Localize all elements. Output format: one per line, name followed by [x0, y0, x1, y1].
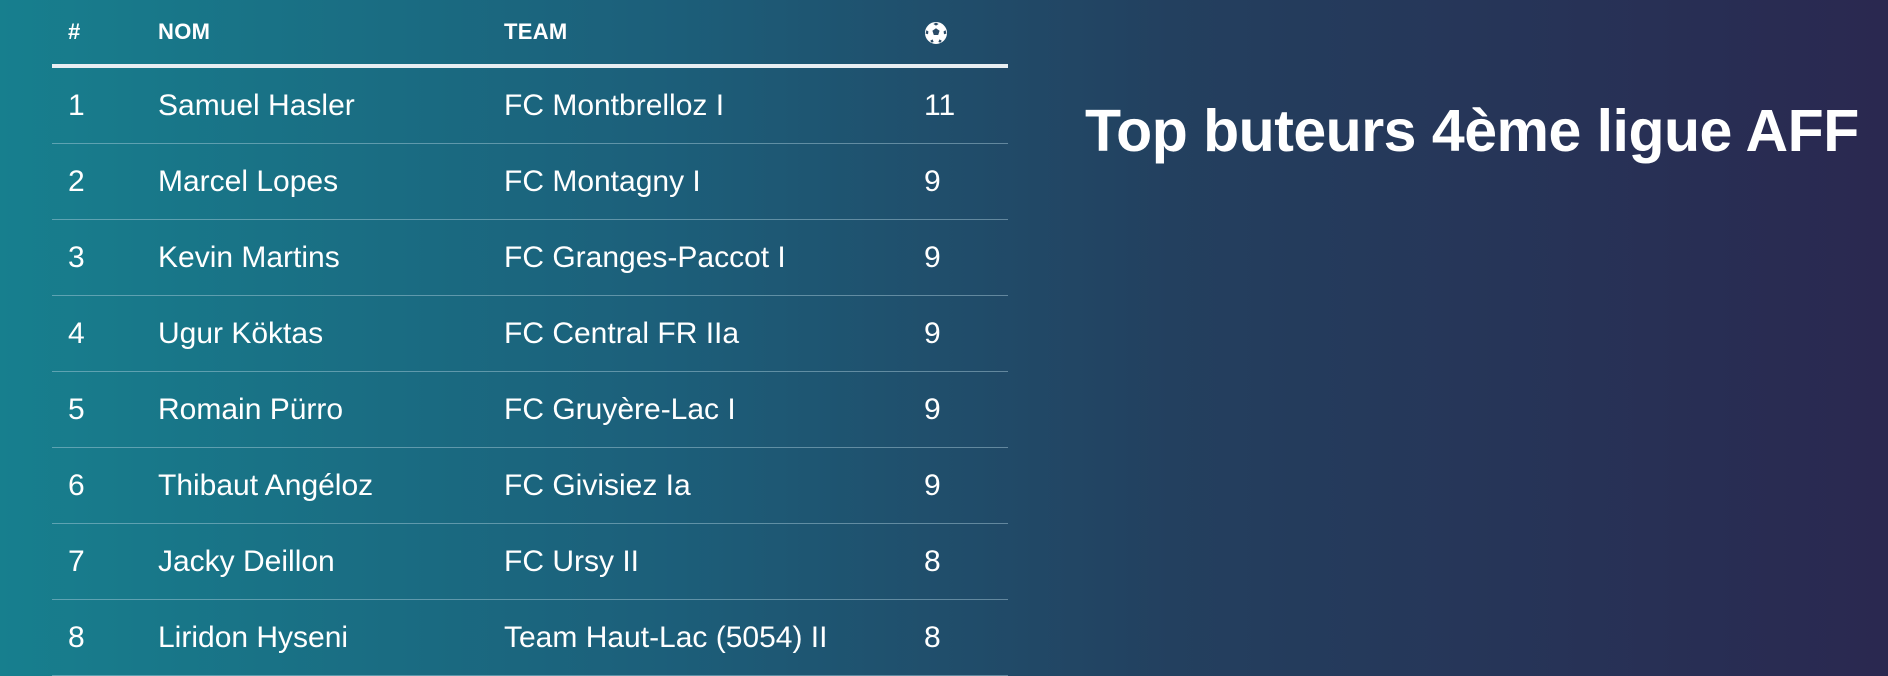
- goals-cell: 8: [924, 599, 1008, 676]
- team-cell: FC Central FR IIa: [504, 295, 924, 372]
- goals-cell: 9: [924, 371, 1008, 448]
- player-name-cell: Kevin Martins: [158, 219, 504, 296]
- rank-cell: 3: [52, 219, 158, 296]
- table-row: 3 Kevin Martins FC Granges-Paccot I 9: [52, 219, 1008, 296]
- goals-cell: 11: [924, 66, 1008, 144]
- team-cell: FC Montbrelloz I: [504, 66, 924, 144]
- table-row: 2 Marcel Lopes FC Montagny I 9: [52, 143, 1008, 220]
- table-row: 4 Ugur Köktas FC Central FR IIa 9: [52, 295, 1008, 372]
- player-name-cell: Samuel Hasler: [158, 66, 504, 144]
- scorers-table: # NOM TEAM 1 Samuel Hasler FC Montbrello…: [52, 0, 1008, 676]
- soccer-ball-icon: [924, 21, 948, 45]
- goals-cell: 9: [924, 143, 1008, 220]
- team-cell: FC Ursy II: [504, 523, 924, 600]
- table-row: 7 Jacky Deillon FC Ursy II 8: [52, 523, 1008, 600]
- header-rank: #: [52, 0, 158, 68]
- goals-cell: 9: [924, 219, 1008, 296]
- table-row: 6 Thibaut Angéloz FC Givisiez Ia 9: [52, 447, 1008, 524]
- scorers-table-container: # NOM TEAM 1 Samuel Hasler FC Montbrello…: [52, 0, 1008, 676]
- header-row: # NOM TEAM: [52, 0, 1008, 68]
- player-name-cell: Liridon Hyseni: [158, 599, 504, 676]
- rank-cell: 2: [52, 143, 158, 220]
- table-row: 5 Romain Pürro FC Gruyère-Lac I 9: [52, 371, 1008, 448]
- table-row: 8 Liridon Hyseni Team Haut-Lac (5054) II…: [52, 599, 1008, 676]
- rank-cell: 5: [52, 371, 158, 448]
- player-name-cell: Ugur Köktas: [158, 295, 504, 372]
- rank-cell: 7: [52, 523, 158, 600]
- rank-cell: 4: [52, 295, 158, 372]
- rank-cell: 6: [52, 447, 158, 524]
- rank-cell: 1: [52, 66, 158, 144]
- team-cell: FC Montagny I: [504, 143, 924, 220]
- page-title: Top buteurs 4ème ligue AFF: [1085, 98, 1859, 164]
- team-cell: FC Gruyère-Lac I: [504, 371, 924, 448]
- team-cell: Team Haut-Lac (5054) II: [504, 599, 924, 676]
- header-name: NOM: [158, 0, 504, 68]
- goals-cell: 8: [924, 523, 1008, 600]
- table-body: 1 Samuel Hasler FC Montbrelloz I 11 2 Ma…: [52, 66, 1008, 676]
- team-cell: FC Givisiez Ia: [504, 447, 924, 524]
- table-row: 1 Samuel Hasler FC Montbrelloz I 11: [52, 66, 1008, 144]
- rank-cell: 8: [52, 599, 158, 676]
- header-goals: [924, 0, 1008, 68]
- header-team: TEAM: [504, 0, 924, 68]
- player-name-cell: Romain Pürro: [158, 371, 504, 448]
- team-cell: FC Granges-Paccot I: [504, 219, 924, 296]
- table-header: # NOM TEAM: [52, 0, 1008, 68]
- player-name-cell: Marcel Lopes: [158, 143, 504, 220]
- player-name-cell: Thibaut Angéloz: [158, 447, 504, 524]
- player-name-cell: Jacky Deillon: [158, 523, 504, 600]
- goals-cell: 9: [924, 295, 1008, 372]
- goals-cell: 9: [924, 447, 1008, 524]
